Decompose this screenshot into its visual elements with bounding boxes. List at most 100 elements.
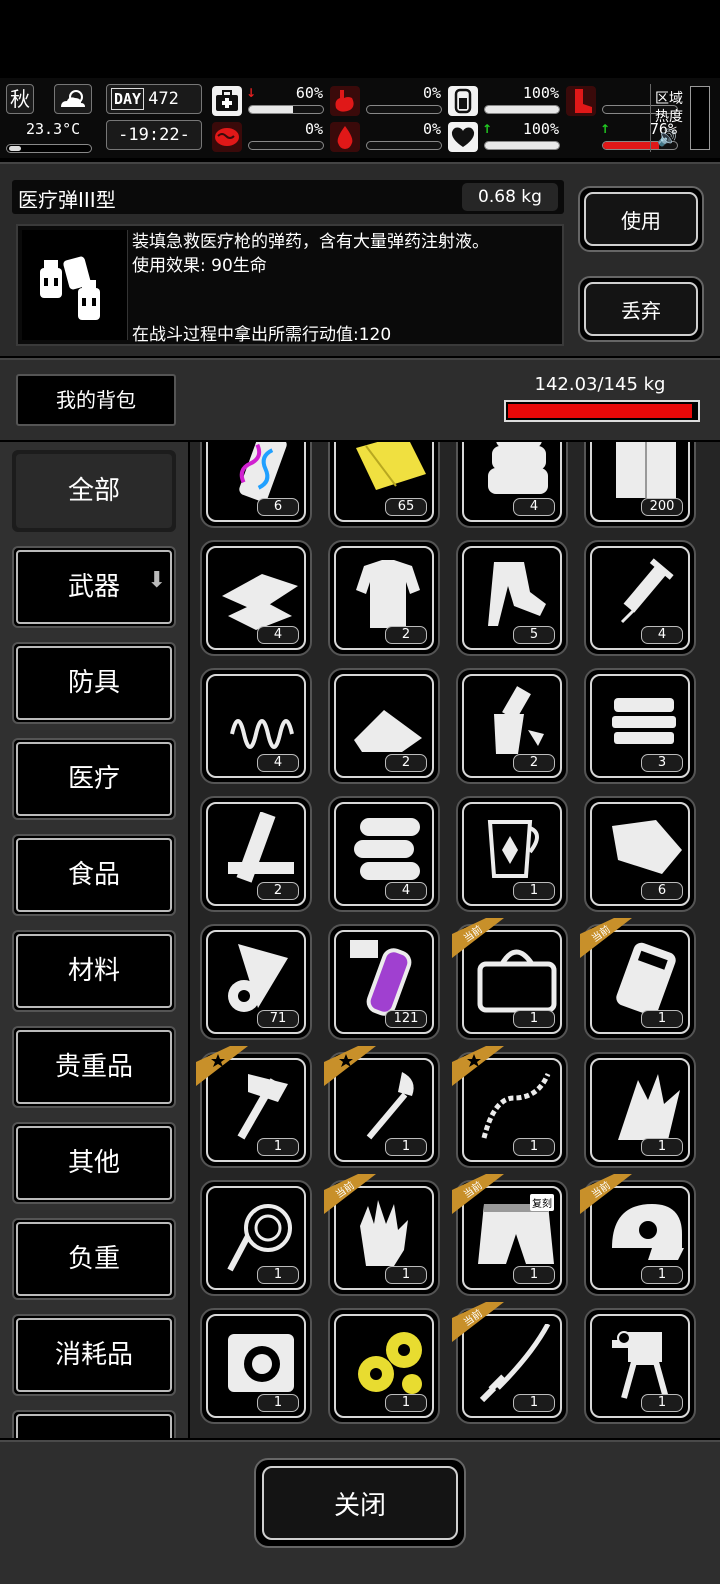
inventory-slot[interactable]: 5 [456,540,568,656]
category-tab[interactable]: 武器 ⬇ [12,546,176,628]
gears-icon [358,1332,422,1394]
inventory-slot[interactable]: 4 [328,796,440,912]
category-tab[interactable]: 消耗品 [12,1314,176,1396]
inventory-slot[interactable]: 1 [196,1046,312,1168]
stat-health: ↓ 60% [212,84,327,118]
use-button-frame: 使用 [578,186,704,252]
item-quantity: 1 [513,1266,555,1284]
folded-cloth-icon [488,442,548,494]
day-counter: DAY 472 [106,84,202,114]
item-quantity: 2 [385,626,427,644]
bag-header: 我的背包 142.03/145 kg [0,358,720,440]
my-bag-tab[interactable]: 我的背包 [16,374,176,426]
stomach-icon [330,86,360,116]
item-quantity: 1 [385,1266,427,1284]
meat-icon [612,820,682,874]
clock: -19:22- [106,120,202,150]
inventory-slot[interactable]: 1 [456,796,568,912]
inventory-slot[interactable]: 71 [200,924,312,1040]
use-button[interactable]: 使用 [584,192,698,246]
inventory-slot[interactable]: 6 [584,796,696,912]
inventory-slot[interactable]: 1 [584,1052,696,1168]
item-weight: 0.68 kg [462,183,558,211]
category-tab[interactable]: 食品 [12,834,176,916]
heart-icon [448,122,478,152]
inventory-slot[interactable]: 1 当前 [452,1302,568,1424]
item-quantity: 65 [385,498,427,516]
medkit-icon [212,86,242,116]
slot-frame: 2 [334,546,434,650]
area-heat-gauge [690,86,710,150]
inventory-slot[interactable]: 1 [200,1180,312,1296]
item-quantity: 121 [385,1010,427,1028]
torn-shirt-icon [356,560,420,628]
item-quantity: 2 [257,882,299,900]
speaker-icon[interactable]: 🔊 [657,128,677,147]
close-button[interactable]: 关闭 [262,1466,458,1540]
purple-test-tube-icon [350,940,412,1016]
category-tab-partial[interactable] [12,1410,176,1438]
category-label: 其他 [16,1126,172,1200]
inventory-slot[interactable]: 6 [200,442,312,528]
inventory-slot[interactable]: 121 [328,924,440,1040]
inventory-slot[interactable]: 1 [328,1308,440,1424]
category-tab[interactable]: 负重 [12,1218,176,1300]
item-quantity: 1 [385,1138,427,1156]
slot-frame: 5 [462,546,562,650]
inventory-slot[interactable]: 2 [328,540,440,656]
equipped-tag: 当前 [324,1174,376,1214]
turret-icon [612,1331,669,1399]
inventory-slot[interactable]: 4 [456,442,568,528]
inventory-slot[interactable]: 4 [200,540,312,656]
inventory-slot[interactable]: 1 [452,1046,568,1168]
inventory-slot[interactable]: 200 [584,442,696,528]
inventory-slot[interactable]: 1 当前 [324,1174,440,1296]
inventory-slot[interactable]: 2 [200,796,312,912]
item-quantity: 2 [385,754,427,772]
drop-button[interactable]: 丢弃 [584,282,698,336]
area-heat-label: 区域 热度 [655,91,683,125]
inventory-slot[interactable]: 1 [200,1308,312,1424]
inventory-slot[interactable]: 4 [200,668,312,784]
inventory-slot[interactable]: 复刻 1 当前 [452,1174,568,1296]
inventory-slot[interactable]: 1 当前 [580,918,696,1040]
inventory-slot[interactable]: 1 [584,1308,696,1424]
inventory-slot[interactable]: 2 [456,668,568,784]
item-quantity: 71 [257,1010,299,1028]
inventory-slot[interactable]: 1 [324,1046,440,1168]
area-heat-panel[interactable]: 区域 热度 🔊 [650,84,714,152]
thermometer-gauge [6,144,92,153]
inventory-grid[interactable]: 6 65 4 200 4 2 5 4 4 2 2 3 2 4 1 6 71 121 1 当前 1 当前 1 1 1 1 1 1 当前 复刻… [190,442,720,1438]
slot-frame: 121 [334,930,434,1034]
season-indicator: 秋 [6,84,34,114]
category-tab[interactable]: 材料 [12,930,176,1012]
stat-trend-arrow: ↑ [482,122,493,136]
stat-value: 100% [522,120,559,138]
stat-bar [248,105,324,114]
inventory-slot[interactable]: 2 [328,668,440,784]
stat-value: 100% [522,84,559,102]
spring-icon [230,719,294,749]
category-tab[interactable]: 医疗 [12,738,176,820]
inventory-slot[interactable]: 65 [328,442,440,528]
item-quantity: 1 [257,1266,299,1284]
bag-capacity-bar [504,400,700,422]
inventory-slot[interactable]: 4 [584,540,696,656]
inventory-slot[interactable]: 1 当前 [580,1174,696,1296]
category-tab[interactable]: 贵重品 [12,1026,176,1108]
favorite-star-icon [452,1046,504,1086]
slot-frame: 1 [206,1186,306,1290]
category-tab[interactable]: 防具 [12,642,176,724]
slot-frame: 1 [334,1314,434,1418]
close-button-frame: 关闭 [254,1458,466,1548]
stat-mood: ↑ 100% [448,120,563,154]
stat-value: 60% [295,84,323,102]
inventory-slot[interactable]: 1 当前 [452,918,568,1040]
inventory-slot[interactable]: 3 [584,668,696,784]
item-quantity: 1 [641,1010,683,1028]
category-tab[interactable]: 全部 [12,450,176,532]
slot-frame: 2 [334,674,434,778]
category-tab[interactable]: 其他 [12,1122,176,1204]
item-quantity: 5 [513,626,555,644]
day-number: 472 [148,89,179,109]
